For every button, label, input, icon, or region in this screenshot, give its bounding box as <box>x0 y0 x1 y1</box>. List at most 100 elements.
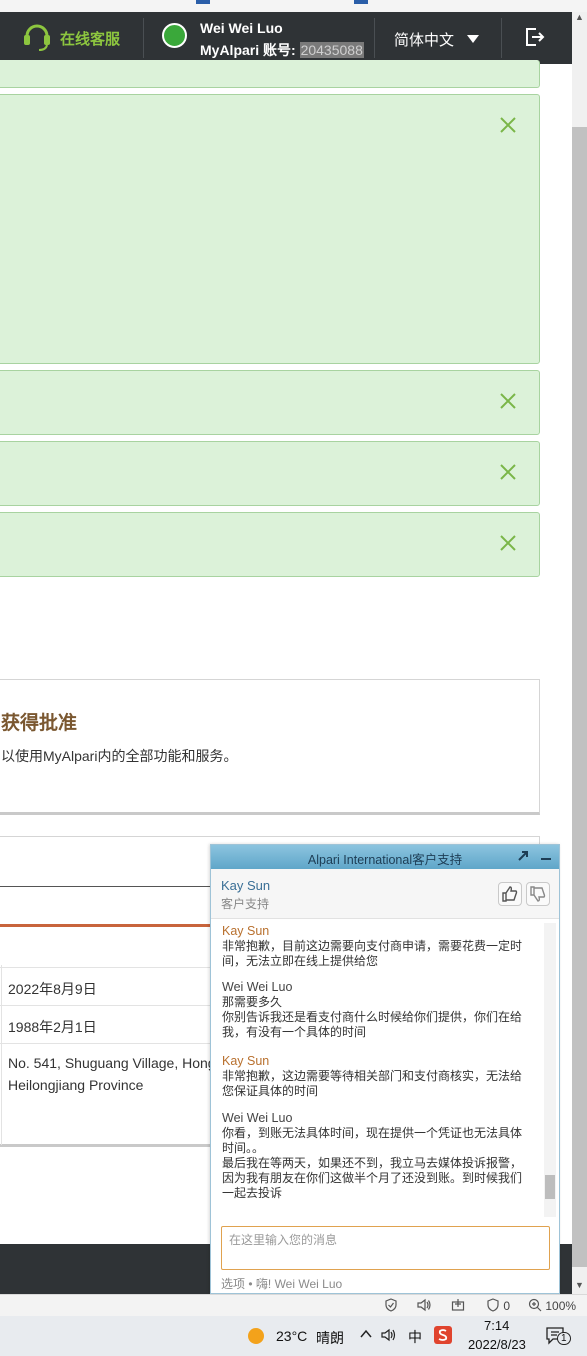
account-number-line: MyAlpari 账号: 20435088 <box>200 40 364 60</box>
minimize-icon[interactable] <box>540 849 552 867</box>
close-icon[interactable] <box>499 116 517 134</box>
temperature[interactable]: 23°C <box>276 1328 307 1344</box>
message-sender: Wei Wei Luo <box>222 980 293 994</box>
logout-icon <box>524 28 546 52</box>
close-icon[interactable] <box>499 392 517 410</box>
user-name: Wei Wei Luo <box>200 20 283 36</box>
row-divider <box>0 1005 235 1006</box>
chat-message: Kay Sun 非常抱歉，这边需要等待相关部门和支付商核实，无法给 您保证具体的… <box>222 1054 532 1099</box>
chat-message: Kay Sun 非常抱歉，目前这边需要向支付商申请，需要花费一定时 间，无法立即… <box>222 924 532 969</box>
thumbs-down-icon <box>527 886 549 909</box>
message-sender: Kay Sun <box>222 924 270 938</box>
header-divider <box>501 18 502 58</box>
headset-icon <box>22 20 52 57</box>
column-divider <box>1 965 2 1145</box>
close-icon[interactable] <box>499 534 517 552</box>
chat-header: Alpari International客户支持 <box>211 845 559 869</box>
message-line: 因为我有朋友在你们这做半个月了还没到账。到时候我们 <box>222 1171 523 1185</box>
notification-button[interactable]: 1 <box>545 1326 571 1346</box>
notification-alert <box>0 512 540 577</box>
account-label: MyAlpari 账号: <box>200 42 296 58</box>
popout-icon[interactable] <box>517 849 529 867</box>
chat-message-list[interactable]: Kay Sun 非常抱歉，目前这边需要向支付商申请，需要花费一定时 间，无法立即… <box>211 920 559 1220</box>
chat-scrollbar[interactable] <box>544 923 556 1217</box>
page-scrollbar[interactable]: ▲ ▼ <box>572 12 587 1294</box>
sogou-ime-icon[interactable] <box>434 1326 452 1347</box>
message-line: 我，有没有一个具体的时间 <box>222 1025 367 1039</box>
chat-message-input-box[interactable] <box>221 1226 550 1270</box>
message-line: 最后我在等两天，如果还不到，我立马去媒体投诉报警， <box>222 1156 523 1170</box>
message-line: 那需要多久 <box>222 995 283 1009</box>
message-line: 你别告诉我还是看支付商什么时候给你们提供，你们在给 <box>222 1010 523 1024</box>
adblock-indicator[interactable]: 0 <box>486 1298 510 1313</box>
capture-icon[interactable] <box>451 1298 465 1315</box>
zoom-control[interactable]: 100% <box>528 1298 576 1313</box>
agent-name: Kay Sun <box>221 878 271 893</box>
message-line: 间，无法立即在线上提供给您 <box>222 954 379 968</box>
chat-message: Wei Wei Luo 你看，到账无法具体时间，现在提供一个凭证也无法具体 时间… <box>222 1111 532 1201</box>
close-icon[interactable] <box>499 463 517 481</box>
thumbs-up-icon <box>499 886 521 909</box>
chat-message-input[interactable] <box>222 1227 549 1253</box>
chat-message: Wei Wei Luo 那需要多久 你别告诉我还是看支付商什么时候给你们提供，你… <box>222 980 532 1040</box>
site-header: 在线客服 Wei Wei Luo MyAlpari 账号: 20435088 简… <box>0 12 572 64</box>
language-selector[interactable]: 简体中文 <box>394 29 480 50</box>
message-line: 你看，到账无法具体时间，现在提供一个凭证也无法具体 <box>222 1126 523 1140</box>
clock-time[interactable]: 7:14 <box>484 1318 509 1333</box>
language-label: 简体中文 <box>394 32 455 49</box>
message-line: 非常抱歉，目前这边需要向支付商申请，需要花费一定时 <box>222 939 523 953</box>
speaker-icon[interactable] <box>416 1298 432 1315</box>
message-line: 一起去投诉 <box>222 1186 283 1200</box>
clock-date[interactable]: 2022/8/23 <box>468 1337 526 1352</box>
message-line: 时间。。 <box>222 1141 265 1155</box>
support-chat-window: Alpari International客户支持 Kay Sun 客户支持 Ka… <box>210 844 560 1294</box>
ime-indicator[interactable]: 中 <box>408 1327 422 1347</box>
thumbs-down-button[interactable] <box>526 882 550 906</box>
message-sender: Kay Sun <box>222 1054 270 1068</box>
tab-underline <box>0 886 235 887</box>
volume-icon[interactable] <box>380 1327 398 1346</box>
notification-count: 1 <box>557 1332 571 1345</box>
chat-scrollbar-thumb[interactable] <box>545 1175 555 1199</box>
active-section-bar <box>0 924 235 927</box>
agent-info: Kay Sun 客户支持 <box>211 869 559 919</box>
shield-icon[interactable] <box>384 1298 398 1315</box>
header-divider <box>143 18 144 58</box>
scroll-down-icon[interactable]: ▼ <box>575 1280 584 1290</box>
logout-button[interactable] <box>524 26 546 53</box>
notification-alert <box>0 441 540 506</box>
verification-status-panel: 获得批准 以使用MyAlpari内的全部功能和服务。 <box>0 679 540 815</box>
notification-alert <box>0 94 540 364</box>
chevron-up-icon[interactable] <box>359 1327 373 1344</box>
separator-dot: • <box>248 1277 256 1291</box>
weather-sun-icon[interactable] <box>247 1327 265 1348</box>
adblock-count: 0 <box>503 1299 511 1313</box>
chat-footer: 选项 • 嗨! Wei Wei Luo <box>221 1275 342 1292</box>
message-line: 非常抱歉，这边需要等待相关部门和支付商核实，无法给 <box>222 1069 523 1083</box>
row-divider <box>0 967 235 968</box>
live-support-link[interactable]: 在线客服 <box>22 20 120 56</box>
panel-text: 以使用MyAlpari内的全部功能和服务。 <box>1 748 238 764</box>
tab-indicator <box>354 0 368 4</box>
birth-date: 1988年2月1日 <box>8 1019 97 1035</box>
row-divider <box>0 1043 235 1044</box>
browser-status-bar: 0 100% <box>0 1294 587 1316</box>
agent-role: 客户支持 <box>221 897 270 911</box>
browser-tab-strip <box>0 0 587 12</box>
notification-alert <box>0 60 540 88</box>
scroll-up-icon[interactable]: ▲ <box>575 12 584 22</box>
address-line-2: Heilongjiang Province <box>8 1077 144 1093</box>
support-label: 在线客服 <box>60 30 121 48</box>
message-line: 您保证具体的时间 <box>222 1084 319 1098</box>
user-info: Wei Wei Luo MyAlpari 账号: 20435088 <box>162 20 364 60</box>
address-line-1: No. 541, Shuguang Village, Hongg <box>8 1055 224 1071</box>
scrollbar-thumb[interactable] <box>572 127 587 1267</box>
registration-date: 2022年8月9日 <box>8 981 97 997</box>
weather-text[interactable]: 晴朗 <box>316 1328 344 1348</box>
zoom-level: 100% <box>545 1299 577 1313</box>
thumbs-up-button[interactable] <box>498 882 522 906</box>
chat-options-link[interactable]: 选项 <box>221 1277 245 1291</box>
caret-down-icon <box>466 31 480 48</box>
chat-greeting: 嗨! Wei Wei Luo <box>255 1277 343 1291</box>
notification-alert <box>0 370 540 435</box>
